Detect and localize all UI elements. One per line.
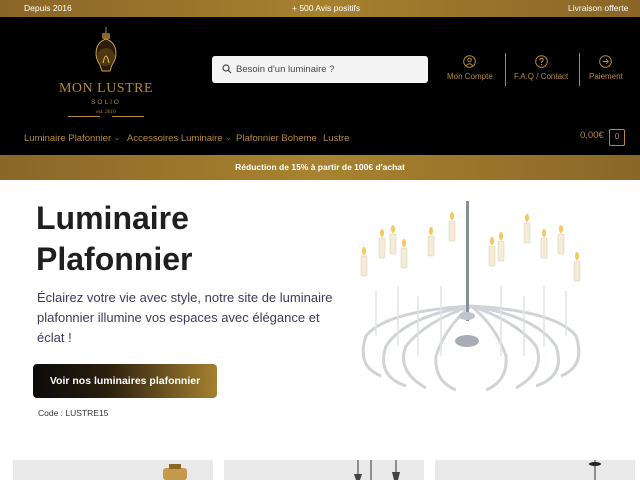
- chevron-down-icon: ⌄: [114, 135, 121, 142]
- nav-label: Luminaire Plafonnier: [24, 133, 112, 144]
- site-logo[interactable]: MON LUSTRE SOLIO est. 2016: [54, 27, 158, 123]
- account-link[interactable]: Mon Compte: [447, 55, 493, 81]
- promo-code-text: Code : LUSTRE15: [38, 408, 109, 418]
- nav-plafonnier-boheme[interactable]: Plafonnier Boheme: [236, 133, 317, 144]
- logo-est: est. 2016: [96, 109, 116, 115]
- product-thumbnail: [589, 460, 601, 480]
- product-card[interactable]: [435, 460, 635, 480]
- view-ceiling-lights-button[interactable]: Voir nos luminaires plafonnier: [33, 364, 217, 398]
- hero-title-line1: Luminaire: [36, 200, 189, 236]
- logo-divider-left: [68, 116, 100, 117]
- header-divider: [505, 53, 506, 86]
- faq-contact-label: F.A.Q / Contact: [514, 72, 569, 81]
- logo-title: MON LUSTRE: [58, 81, 154, 96]
- user-icon: [463, 55, 477, 68]
- chandelier-image: [360, 201, 581, 392]
- nav-label: Plafonnier Boheme: [236, 133, 317, 144]
- payment-label: Paiement: [589, 72, 623, 81]
- search-box[interactable]: [212, 56, 428, 83]
- chevron-down-icon: ⌄: [225, 135, 232, 142]
- product-card[interactable]: [13, 460, 213, 480]
- hero-title: Luminaire Plafonnier: [36, 198, 336, 280]
- product-thumbnail: [163, 464, 187, 480]
- nav-luminaire-plafonnier[interactable]: Luminaire Plafonnier ⌄: [24, 133, 120, 144]
- search-input[interactable]: [236, 60, 422, 79]
- product-thumbnail: [354, 460, 400, 480]
- free-delivery-text: Livraison offerte: [568, 3, 629, 13]
- faq-contact-link[interactable]: F.A.Q / Contact: [514, 55, 568, 81]
- product-card[interactable]: [224, 460, 424, 480]
- promo-banner: Réduction de 15% à partir de 100€ d'acha…: [0, 155, 640, 180]
- payment-link[interactable]: Paiement: [589, 55, 623, 81]
- header-divider: [579, 53, 580, 86]
- top-info-bar: Depuis 2016 + 500 Avis positifs Livraiso…: [0, 0, 640, 17]
- nav-lustre[interactable]: Lustre: [323, 133, 349, 144]
- cart-count-badge[interactable]: 0: [609, 129, 625, 146]
- reviews-text: + 500 Avis positifs: [292, 3, 361, 13]
- hero-title-line2: Plafonnier: [36, 241, 193, 277]
- site-header: MON LUSTRE SOLIO est. 2016 Mon Compte F.…: [0, 17, 640, 155]
- logo-divider-right: [112, 116, 144, 117]
- hero-description: Éclairez votre vie avec style, notre sit…: [37, 290, 333, 345]
- lightbulb-icon: [95, 27, 117, 72]
- since-2016-text: Depuis 2016: [24, 3, 72, 13]
- cart-total[interactable]: 0,00€: [580, 130, 604, 141]
- arrow-right-icon: [599, 55, 613, 68]
- search-icon: [222, 64, 232, 74]
- nav-accessoires-luminaire[interactable]: Accessoires Luminaire ⌄: [127, 133, 231, 144]
- help-icon: [534, 55, 548, 68]
- nav-label: Lustre: [323, 133, 350, 144]
- account-label: Mon Compte: [447, 72, 493, 81]
- nav-label: Accessoires Luminaire: [127, 133, 223, 144]
- logo-subtitle: SOLIO: [91, 99, 121, 106]
